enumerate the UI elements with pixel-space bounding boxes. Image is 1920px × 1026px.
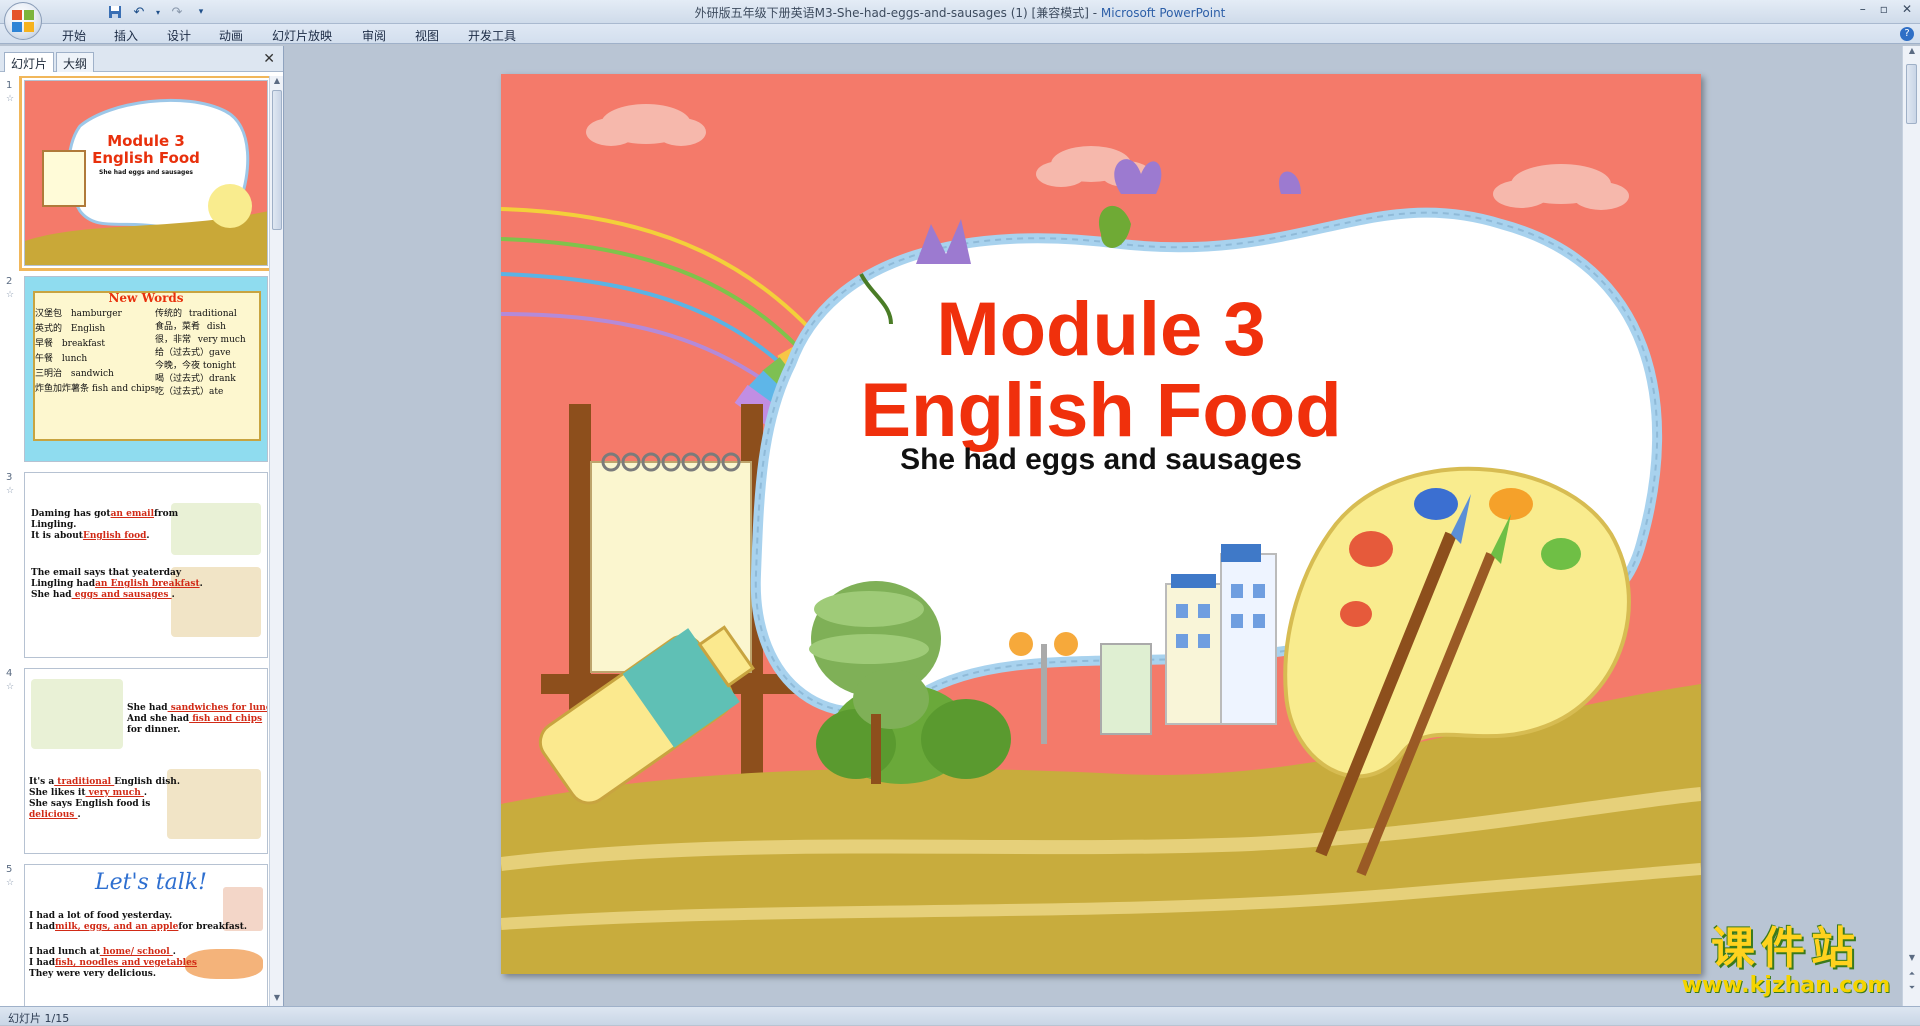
slide-counter: 幻灯片 1/15: [8, 1012, 70, 1025]
slide-thumbnail-4[interactable]: She had sandwiches for lunch And she had…: [24, 668, 268, 854]
office-button[interactable]: [4, 2, 42, 40]
tab-review[interactable]: 审阅: [362, 27, 386, 44]
animation-star-icon: ☆: [6, 682, 15, 692]
scroll-down-icon[interactable]: ▼: [1903, 953, 1920, 966]
thumb-2-right-col: 传统的 traditional 食品，菜肴 dish 很，非常 very muc…: [155, 309, 246, 397]
help-icon[interactable]: ?: [1900, 27, 1914, 41]
thumb-2-left-col: 汉堡包 hamburger 英式的 English 早餐 breakfast 午…: [35, 309, 156, 394]
watermark-text: 课件站: [1711, 923, 1861, 974]
tab-slides[interactable]: 幻灯片: [4, 52, 55, 72]
thumb-3-text: Daming has gotan emailfrom Lingling. It …: [31, 509, 203, 600]
tab-slide-show[interactable]: 幻灯片放映: [272, 27, 332, 44]
window-title: 外研版五年级下册英语M3-She-had-eggs-and-sausages (…: [0, 4, 1920, 21]
minimize-icon[interactable]: –: [1860, 2, 1866, 16]
thumb-number: 2: [6, 276, 13, 287]
thumb-1-subtitle: English Food: [92, 149, 200, 167]
thumb-1-caption: She had eggs and sausages: [99, 169, 193, 176]
slide-editing-area: Module 3 English Food She had eggs and s…: [285, 46, 1902, 1006]
thumb-2-heading: New Words: [108, 291, 184, 305]
thumb-4-picture: [31, 679, 123, 749]
scroll-up-icon[interactable]: ▲: [270, 76, 284, 89]
tab-home[interactable]: 开始: [62, 27, 86, 44]
slide-thumbnail-3[interactable]: Daming has gotan emailfrom Lingling. It …: [24, 472, 268, 658]
slide-scrollbar[interactable]: ▲ ▼ ⏶ ⏷: [1902, 46, 1920, 1006]
slide-thumbnail-1[interactable]: Module 3 English Food She had eggs and s…: [19, 76, 270, 271]
animation-star-icon: ☆: [6, 290, 15, 300]
animation-star-icon: ☆: [6, 486, 15, 496]
pane-tabs: 幻灯片 大纲 ✕: [0, 46, 283, 72]
tab-design[interactable]: 设计: [167, 27, 191, 44]
animation-star-icon: ☆: [6, 94, 15, 104]
slide-subtitle[interactable]: She had eggs and sausages: [501, 442, 1701, 478]
thumb-4-picture: [167, 769, 261, 839]
thumb-number: 1: [6, 80, 13, 91]
tab-developer[interactable]: 开发工具: [468, 27, 516, 44]
watermark-logo: 课件站 www.kjzhan.com: [1668, 924, 1904, 1004]
thumb-4-text-top: She had sandwiches for lunch And she had…: [127, 703, 268, 735]
tab-view[interactable]: 视图: [415, 27, 439, 44]
slides-pane: 幻灯片 大纲 ✕ 1 ☆ Module 3 English Food She h…: [0, 46, 284, 1006]
close-icon[interactable]: ✕: [1902, 2, 1912, 16]
scroll-thumb[interactable]: [272, 90, 282, 230]
thumb-number: 3: [6, 472, 13, 483]
slide-thumbnail-5[interactable]: Let's talk! I had a lot of food yesterda…: [24, 864, 268, 1006]
pane-close-icon[interactable]: ✕: [263, 51, 275, 67]
thumb-5-heading: Let's talk!: [95, 870, 207, 895]
tab-insert[interactable]: 插入: [114, 27, 138, 44]
status-bar: 幻灯片 1/15: [0, 1006, 1920, 1025]
title-bar: ↶ ▾ ↷ ▾ 外研版五年级下册英语M3-She-had-eggs-and-sa…: [0, 0, 1920, 40]
tab-outline[interactable]: 大纲: [56, 52, 95, 72]
document-title: 外研版五年级下册英语M3-She-had-eggs-and-sausages (…: [694, 6, 1101, 20]
scroll-up-icon[interactable]: ▲: [1903, 46, 1920, 59]
thumb-5-text: I had a lot of food yesterday. I hadmilk…: [29, 911, 248, 979]
ribbon-tabs: 开始 插入 设计 动画 幻灯片放映 审阅 视图 开发工具 ?: [0, 24, 1920, 44]
animation-star-icon: ☆: [6, 878, 15, 888]
thumb-4-text-bottom: It's a traditional English dish. She lik…: [29, 777, 180, 820]
maximize-icon[interactable]: ▫: [1880, 2, 1888, 16]
office-logo-icon: [12, 10, 34, 32]
tab-animations[interactable]: 动画: [219, 27, 243, 44]
current-slide[interactable]: Module 3 English Food She had eggs and s…: [501, 74, 1701, 974]
previous-slide-icon[interactable]: ⏶: [1903, 969, 1920, 982]
thumbnail-list: 1 ☆ Module 3 English Food She had eggs a…: [0, 76, 270, 1006]
window-controls: – ▫ ✕: [1860, 2, 1912, 16]
slide-title-line2[interactable]: English Food: [501, 370, 1701, 452]
scroll-down-icon[interactable]: ▼: [270, 993, 284, 1006]
slide-thumbnail-2[interactable]: New Words 汉堡包 hamburger 英式的 English 早餐 b…: [24, 276, 268, 462]
thumb-number: 4: [6, 668, 13, 679]
thumb-number: 5: [6, 864, 13, 875]
app-name: Microsoft PowerPoint: [1100, 6, 1226, 20]
thumb-1-title: Module 3: [107, 132, 185, 150]
watermark-url: www.kjzhan.com: [1681, 973, 1891, 998]
pane-scrollbar[interactable]: ▲ ▼: [269, 76, 283, 1006]
slide-title-line1[interactable]: Module 3: [501, 289, 1701, 371]
slide-artwork: [501, 104, 1701, 974]
scroll-thumb[interactable]: [1906, 64, 1917, 124]
next-slide-icon[interactable]: ⏷: [1903, 983, 1920, 996]
